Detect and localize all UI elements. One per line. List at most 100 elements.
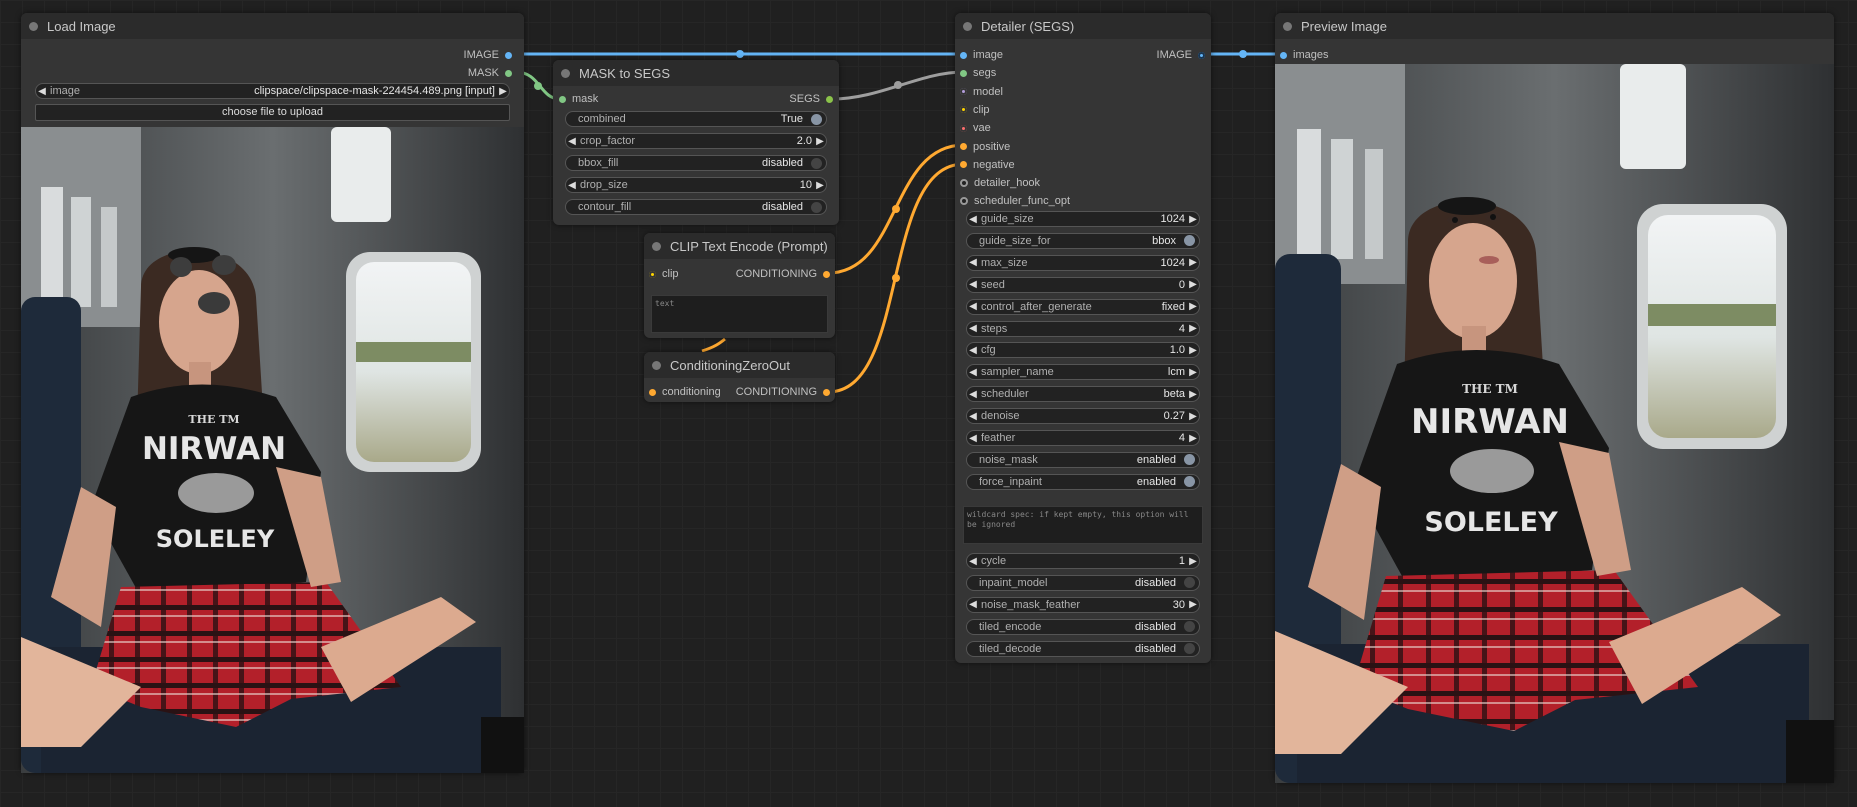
scheduler-widget[interactable]: ◀ scheduler beta ▶ [966,386,1200,403]
increment-arrow-icon[interactable]: ▶ [814,136,826,147]
force-inpaint-widget[interactable]: force_inpaint enabled [966,473,1200,490]
increment-arrow-icon[interactable]: ▶ [1187,301,1199,312]
conditioning-zero-out-node[interactable]: ConditioningZeroOut conditioning CONDITI… [644,352,835,402]
control-after-generate-widget[interactable]: ◀ control_after_generate fixed ▶ [966,298,1200,315]
increment-arrow-icon[interactable]: ▶ [1187,556,1199,567]
decrement-arrow-icon[interactable]: ◀ [967,323,979,334]
input-negative-slot[interactable]: negative [960,158,1015,172]
toggle-knob-icon[interactable] [1184,476,1195,488]
input-image-dot-icon[interactable] [960,51,967,59]
collapse-dot-icon[interactable] [652,241,661,251]
collapse-dot-icon[interactable] [652,360,661,370]
max-size-widget[interactable]: ◀ max_size 1024 ▶ [966,254,1200,271]
conditioning-zero-out-title-bar[interactable]: ConditioningZeroOut [644,352,835,378]
decrement-arrow-icon[interactable]: ◀ [967,257,979,268]
output-conditioning-slot[interactable]: CONDITIONING [736,267,830,281]
input-detailer-hook-dot-icon[interactable] [960,179,968,188]
output-image-dot-icon[interactable] [505,51,512,59]
image-select-widget[interactable]: ◀ image clipspace/clipspace-mask-224454.… [35,83,510,99]
output-image-slot[interactable]: IMAGE [1157,48,1205,62]
toggle-knob-icon[interactable] [1184,577,1195,589]
output-segs-dot-icon[interactable] [826,95,833,103]
increment-arrow-icon[interactable]: ▶ [1187,214,1199,225]
collapse-dot-icon[interactable] [561,68,570,78]
input-clip-dot-icon[interactable] [960,106,967,114]
decrement-arrow-icon[interactable]: ◀ [967,279,979,290]
tiled-encode-widget[interactable]: tiled_encode disabled [966,618,1200,635]
increment-arrow-icon[interactable]: ▶ [1187,433,1199,444]
decrement-arrow-icon[interactable]: ◀ [967,599,979,610]
input-conditioning-slot[interactable]: conditioning [649,385,721,399]
collapse-dot-icon[interactable] [29,21,38,31]
preview-image-title-bar[interactable]: Preview Image [1275,13,1834,39]
detailer-title-bar[interactable]: Detailer (SEGS) [955,13,1211,39]
increment-arrow-icon[interactable]: ▶ [1187,323,1199,334]
preview-image-node[interactable]: Preview Image images THE TM NIRWAN SOLEL… [1275,13,1834,783]
decrement-arrow-icon[interactable]: ◀ [36,86,48,97]
output-mask-slot[interactable]: MASK [468,66,512,80]
tiled-decode-widget[interactable]: tiled_decode disabled [966,640,1200,657]
input-scheduler-func-opt-dot-icon[interactable] [960,197,968,206]
cycle-widget[interactable]: ◀ cycle 1 ▶ [966,553,1200,569]
input-mask-dot-icon[interactable] [559,95,566,103]
collapse-dot-icon[interactable] [963,21,972,31]
noise-mask-widget[interactable]: noise_mask enabled [966,451,1200,468]
toggle-knob-icon[interactable] [1184,235,1195,247]
input-model-slot[interactable]: model [960,85,1003,99]
increment-arrow-icon[interactable]: ▶ [1187,411,1199,422]
increment-arrow-icon[interactable]: ▶ [814,180,826,191]
increment-arrow-icon[interactable]: ▶ [497,86,509,97]
decrement-arrow-icon[interactable]: ◀ [967,411,979,422]
input-clip-slot[interactable]: clip [649,267,679,281]
toggle-knob-icon[interactable] [811,201,822,213]
input-images-slot[interactable]: images [1280,48,1328,62]
decrement-arrow-icon[interactable]: ◀ [967,556,979,567]
output-image-dot-icon[interactable] [1198,51,1205,59]
decrement-arrow-icon[interactable]: ◀ [967,214,979,225]
crop-factor-widget[interactable]: ◀ crop_factor 2.0 ▶ [565,133,827,149]
toggle-knob-icon[interactable] [811,157,822,169]
load-image-node[interactable]: Load Image IMAGE MASK ◀ image clipspace/… [21,13,524,773]
input-clip-slot[interactable]: clip [960,103,990,117]
detailer-segs-node[interactable]: Detailer (SEGS) IMAGE image segs model clip… [955,13,1211,663]
contour-fill-widget[interactable]: contour_fill disabled [565,199,827,215]
guide-size-widget[interactable]: ◀ guide_size 1024 ▶ [966,211,1200,227]
choose-file-button[interactable]: choose file to upload [35,104,510,121]
clip-text-encode-title-bar[interactable]: CLIP Text Encode (Prompt) [644,233,835,259]
input-vae-dot-icon[interactable] [960,124,967,132]
input-image-slot[interactable]: image [960,48,1003,62]
decrement-arrow-icon[interactable]: ◀ [566,180,578,191]
toggle-knob-icon[interactable] [811,113,822,125]
increment-arrow-icon[interactable]: ▶ [1187,599,1199,610]
cfg-widget[interactable]: ◀ cfg 1.0 ▶ [966,342,1200,359]
input-clip-dot-icon[interactable] [649,270,656,278]
decrement-arrow-icon[interactable]: ◀ [967,389,979,400]
output-conditioning-slot[interactable]: CONDITIONING [736,385,830,399]
input-positive-dot-icon[interactable] [960,143,967,150]
input-conditioning-dot-icon[interactable] [649,388,656,396]
combined-widget[interactable]: combined True [565,111,827,127]
toggle-knob-icon[interactable] [1184,621,1195,633]
increment-arrow-icon[interactable]: ▶ [1187,367,1199,378]
sampler-name-widget[interactable]: ◀ sampler_name lcm ▶ [966,364,1200,381]
input-positive-slot[interactable]: positive [960,140,1010,154]
input-segs-slot[interactable]: segs [960,66,996,80]
denoise-widget[interactable]: ◀ denoise 0.27 ▶ [966,408,1200,425]
decrement-arrow-icon[interactable]: ◀ [967,345,979,356]
increment-arrow-icon[interactable]: ▶ [1187,345,1199,356]
increment-arrow-icon[interactable]: ▶ [1187,389,1199,400]
decrement-arrow-icon[interactable]: ◀ [967,301,979,312]
seed-widget[interactable]: ◀ seed 0 ▶ [966,276,1200,293]
output-mask-dot-icon[interactable] [505,69,512,77]
input-images-dot-icon[interactable] [1280,51,1287,59]
decrement-arrow-icon[interactable]: ◀ [566,136,578,147]
toggle-knob-icon[interactable] [1184,643,1195,655]
mask-to-segs-node[interactable]: MASK to SEGS mask SEGS combined True ◀ crop… [553,60,839,225]
mask-to-segs-title-bar[interactable]: MASK to SEGS [553,60,839,86]
drop-size-widget[interactable]: ◀ drop_size 10 ▶ [565,177,827,193]
input-detailer-hook-slot[interactable]: detailer_hook [960,176,1040,190]
output-segs-slot[interactable]: SEGS [789,92,833,106]
steps-widget[interactable]: ◀ steps 4 ▶ [966,320,1200,337]
noise-mask-feather-widget[interactable]: ◀ noise_mask_feather 30 ▶ [966,596,1200,613]
clip-text-encode-node[interactable]: CLIP Text Encode (Prompt) clip CONDITION… [644,233,835,338]
